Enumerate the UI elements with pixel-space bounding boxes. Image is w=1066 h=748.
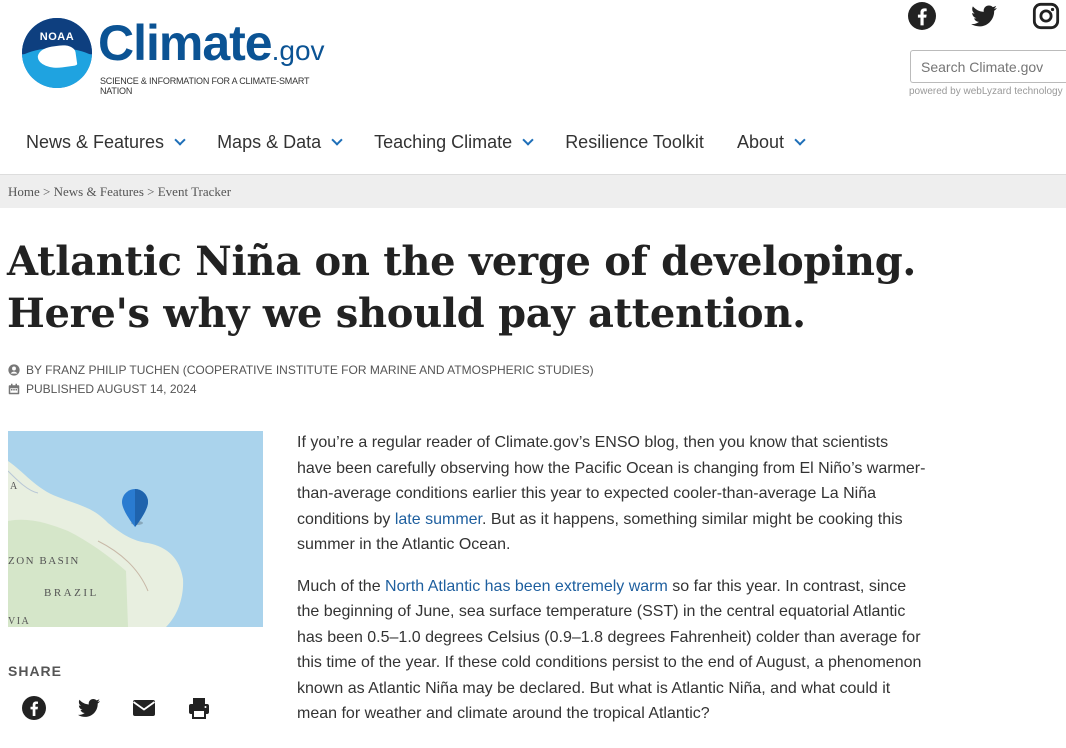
print-icon[interactable] (187, 696, 211, 720)
article-author: BY FRANZ PHILIP TUCHEN (COOPERATIVE INST… (8, 363, 594, 377)
email-icon[interactable] (132, 696, 156, 720)
map-label-brazil: BRAZIL (44, 587, 99, 599)
noaa-logo-icon: NOAA (22, 18, 92, 88)
paragraph-text: Much of the (297, 577, 386, 595)
author-text: BY FRANZ PHILIP TUCHEN (COOPERATIVE INST… (26, 363, 594, 377)
location-map[interactable]: A ZON BASIN BRAZIL VIA (8, 431, 263, 627)
nav-about[interactable]: About (736, 124, 806, 160)
nav-label: About (736, 131, 784, 152)
logo-wordmark: Climate.gov (98, 15, 325, 71)
social-links (908, 2, 1060, 30)
article-paragraph: If you’re a regular reader of Climate.go… (297, 430, 927, 558)
instagram-icon[interactable] (1032, 2, 1060, 30)
main-nav: News & Features Maps & Data Teaching Cli… (26, 124, 837, 160)
breadcrumb-home[interactable]: Home (8, 184, 40, 199)
noaa-text: NOAA (39, 31, 75, 43)
site-logo[interactable]: NOAA Climate.gov SCIENCE & INFORMATION F… (22, 15, 342, 96)
article-published: PUBLISHED AUGUST 14, 2024 (8, 382, 197, 396)
chevron-down-icon (794, 134, 806, 146)
published-text: PUBLISHED AUGUST 14, 2024 (26, 382, 197, 396)
nav-teaching-climate[interactable]: Teaching Climate (374, 124, 534, 160)
nav-label: Teaching Climate (374, 131, 513, 152)
nav-label: Resilience Toolkit (565, 131, 704, 152)
link-north-atlantic-warm[interactable]: North Atlantic has been extremely warm (385, 578, 668, 595)
nav-resilience-toolkit[interactable]: Resilience Toolkit (565, 124, 704, 160)
paragraph-text: so far this year. In contrast, since the… (297, 577, 922, 723)
breadcrumb-news[interactable]: News & Features (54, 184, 144, 199)
map-label-basin: ZON BASIN (8, 555, 80, 567)
link-late-summer[interactable]: late summer (395, 511, 482, 528)
map-graphic: A ZON BASIN BRAZIL VIA (8, 431, 263, 627)
share-label: SHARE (8, 663, 63, 679)
chevron-down-icon (174, 134, 186, 146)
facebook-icon[interactable] (22, 696, 46, 720)
breadcrumb-separator: > (43, 184, 51, 199)
twitter-icon[interactable] (77, 696, 101, 720)
logo-tagline: SCIENCE & INFORMATION FOR A CLIMATE-SMAR… (100, 76, 310, 96)
search-input[interactable] (910, 50, 1066, 83)
article-paragraph: Much of the North Atlantic has been extr… (297, 574, 927, 727)
article-body: If you’re a regular reader of Climate.go… (297, 430, 927, 743)
breadcrumb-current[interactable]: Event Tracker (158, 184, 231, 199)
chevron-down-icon (331, 134, 343, 146)
breadcrumb: Home > News & Features > Event Tracker (0, 174, 1066, 208)
nav-label: Maps & Data (217, 131, 322, 152)
map-label-a: A (10, 481, 18, 492)
search-powered-by: powered by webLyzard technology (909, 86, 1063, 97)
breadcrumb-separator: > (147, 184, 155, 199)
calendar-icon (8, 383, 20, 395)
user-icon (8, 364, 20, 376)
facebook-icon[interactable] (908, 2, 936, 30)
share-links (22, 696, 211, 720)
nav-maps-data[interactable]: Maps & Data (217, 124, 343, 160)
nav-news-features[interactable]: News & Features (26, 124, 186, 160)
page-title: Atlantic Niña on the verge of developing… (7, 238, 917, 337)
twitter-icon[interactable] (970, 2, 998, 30)
nav-label: News & Features (26, 131, 165, 152)
chevron-down-icon (522, 134, 534, 146)
map-label-via: VIA (8, 616, 30, 627)
